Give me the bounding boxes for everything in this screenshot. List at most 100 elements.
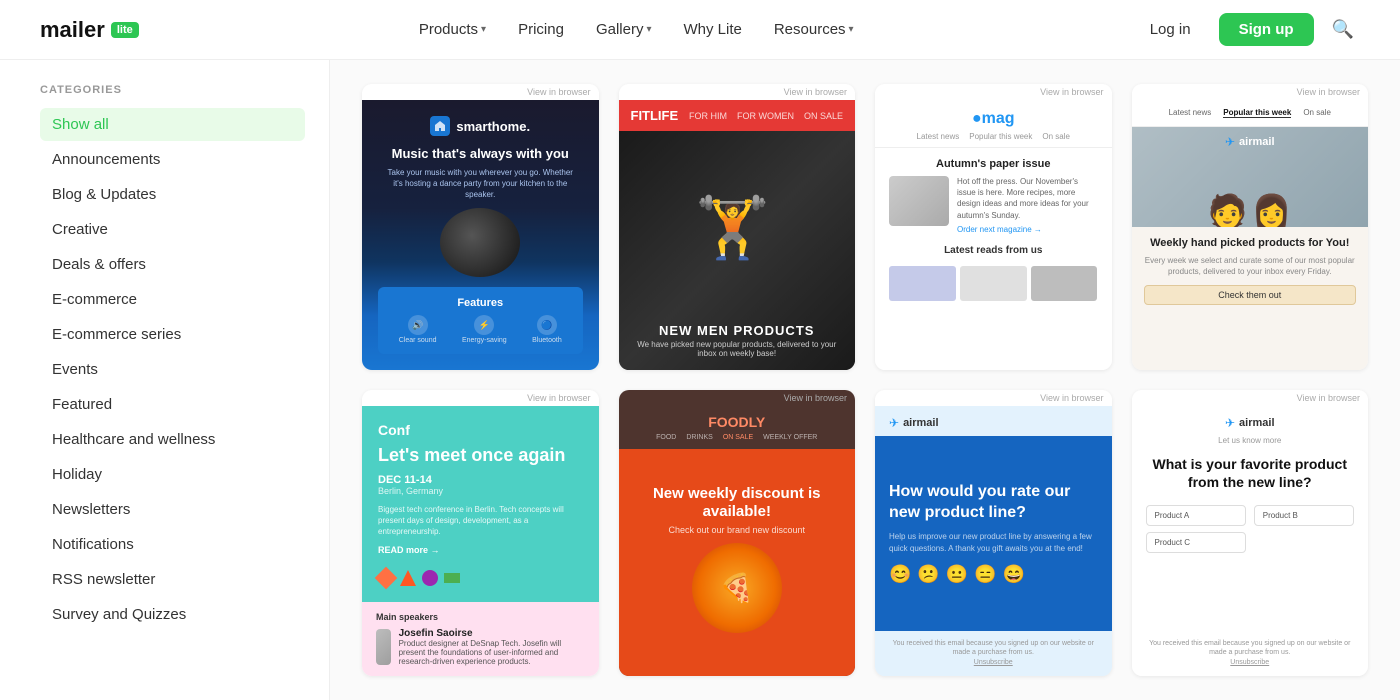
sidebar-item-announcements[interactable]: Announcements: [40, 143, 305, 176]
sidebar-item-healthcare[interactable]: Healthcare and wellness: [40, 423, 305, 456]
logo[interactable]: mailer lite: [40, 17, 139, 43]
page-body: CATEGORIES Show all Announcements Blog &…: [0, 60, 1400, 700]
template-card-survey-rate[interactable]: View in browser ✈ airmail How would you …: [875, 390, 1112, 676]
nav-products-label: Products: [419, 21, 478, 38]
sidebar-item-creative[interactable]: Creative: [40, 213, 305, 246]
nav-item-gallery[interactable]: Gallery ▾: [584, 15, 664, 44]
nav-item-products[interactable]: Products ▾: [407, 15, 498, 44]
fitlife-athlete-area: 🏋️: [619, 136, 848, 320]
survey-unsubscribe-link[interactable]: Unsubscribe: [974, 659, 1013, 666]
survey-rate-footer: You received this email because you sign…: [875, 631, 1112, 676]
shape-4: [444, 573, 460, 583]
foodly-nav-drinks: DRINKS: [686, 434, 712, 441]
airmail-header: Latest news Popular this week On sale: [1132, 100, 1369, 127]
foodly-promo: New weekly discount is available! Check …: [619, 449, 856, 676]
smarthome-brand-icon: [430, 116, 450, 136]
template-card-survey-quiz[interactable]: View in browser ✈ airmail Let us know mo…: [1132, 390, 1369, 676]
search-button[interactable]: 🔍: [1326, 13, 1360, 46]
nav-item-pricing[interactable]: Pricing: [506, 15, 576, 44]
view-in-browser-mag[interactable]: View in browser: [875, 84, 1112, 100]
quiz-options: Product A Product B Product C: [1132, 497, 1369, 561]
view-in-browser-quiz[interactable]: View in browser: [1132, 390, 1369, 406]
sidebar-item-ecommerce[interactable]: E-commerce: [40, 283, 305, 316]
quiz-option-c[interactable]: Product C: [1146, 532, 1246, 553]
airmail-hero-people: 🧑 👩: [1132, 195, 1369, 227]
nav-item-whylite[interactable]: Why Lite: [671, 15, 753, 44]
airmail-cta-btn[interactable]: Check them out: [1144, 285, 1357, 305]
sidebar-item-featured[interactable]: Featured: [40, 388, 305, 421]
sidebar-item-notifications[interactable]: Notifications: [40, 528, 305, 561]
conf-link[interactable]: READ more →: [378, 545, 583, 555]
sidebar-item-events[interactable]: Events: [40, 353, 305, 386]
feat-energy: ⚡ Energy-saving: [462, 315, 507, 344]
sidebar-item-newsletters[interactable]: Newsletters: [40, 493, 305, 526]
quiz-unsubscribe-link[interactable]: Unsubscribe: [1230, 659, 1269, 666]
view-in-browser-conference[interactable]: View in browser: [362, 390, 599, 406]
quiz-footer-msg: You received this email because you sign…: [1149, 640, 1350, 657]
header-actions: Log in Sign up 🔍: [1134, 13, 1360, 46]
conf-headline: Let's meet once again: [378, 445, 583, 467]
airmail-content: Weekly hand picked products for You! Eve…: [1132, 227, 1369, 370]
view-in-browser-foodly[interactable]: View in browser: [619, 390, 856, 406]
nav-gallery-label: Gallery: [596, 21, 644, 38]
quiz-brand-text: airmail: [1239, 417, 1274, 429]
nav-whylite-label: Why Lite: [683, 21, 741, 38]
smarthome-speaker-img: [440, 208, 520, 277]
foodly-nav-weekly: WEEKLY OFFER: [763, 434, 817, 441]
template-card-conference[interactable]: View in browser Conf Let's meet once aga…: [362, 390, 599, 676]
mag-cta[interactable]: Order next magazine →: [957, 224, 1098, 235]
quiz-option-b[interactable]: Product B: [1254, 505, 1354, 526]
template-card-airmail[interactable]: View in browser Latest news Popular this…: [1132, 84, 1369, 370]
template-card-fitlife[interactable]: View in browser FITLIFE FOR HIM FOR WOME…: [619, 84, 856, 370]
login-button[interactable]: Log in: [1134, 13, 1207, 46]
template-card-mag[interactable]: View in browser ●mag Latest news Popular…: [875, 84, 1112, 370]
conf-desc: Biggest tech conference in Berlin. Tech …: [378, 504, 583, 538]
mag-article: Hot off the press. Our November's issue …: [889, 176, 1098, 235]
sidebar-item-survey[interactable]: Survey and Quizzes: [40, 598, 305, 631]
foodly-logo: FOODLY: [631, 414, 844, 430]
view-in-browser-fitlife[interactable]: View in browser: [619, 84, 856, 100]
mag-strip-img-1: [889, 266, 956, 301]
sidebar-item-blog[interactable]: Blog & Updates: [40, 178, 305, 211]
sidebar-item-show-all[interactable]: Show all: [40, 108, 305, 141]
sidebar-item-ecommerce-series[interactable]: E-commerce series: [40, 318, 305, 351]
mag-nav-onsale: On sale: [1042, 132, 1070, 141]
smarthome-headline: Music that's always with you: [392, 146, 569, 163]
person-fig-2: 👩: [1252, 195, 1292, 227]
main-content: View in browser smarthome. Music that's …: [330, 60, 1400, 700]
sidebar-item-deals[interactable]: Deals & offers: [40, 248, 305, 281]
fitlife-nav-forwomen: FOR WOMEN: [737, 111, 794, 121]
foodly-promo-sub: Check out our brand new discount: [668, 525, 805, 535]
quiz-option-a[interactable]: Product A: [1146, 505, 1246, 526]
survey-desc: Help us improve our new product line by …: [889, 531, 1098, 553]
feat-bt-icon: 🔵: [537, 315, 557, 335]
template-card-smarthome[interactable]: View in browser smarthome. Music that's …: [362, 84, 599, 370]
quiz-header: ✈ airmail: [1132, 406, 1369, 436]
search-icon: 🔍: [1332, 19, 1354, 39]
sidebar-item-rss[interactable]: RSS newsletter: [40, 563, 305, 596]
sidebar-item-holiday[interactable]: Holiday: [40, 458, 305, 491]
view-in-browser-survey-rate[interactable]: View in browser: [875, 390, 1112, 406]
mag-nav-popular: Popular this week: [969, 132, 1032, 141]
emoji-5: 😄: [1003, 564, 1025, 585]
view-in-browser-smarthome[interactable]: View in browser: [362, 84, 599, 100]
nav-item-resources[interactable]: Resources ▾: [762, 15, 866, 44]
airmail-nav-latest: Latest news: [1169, 108, 1212, 118]
view-in-browser-airmail[interactable]: View in browser: [1132, 84, 1369, 100]
smarthome-features-row: 🔊 Clear sound ⚡ Energy-saving 🔵 Bluetoot…: [386, 315, 575, 344]
conf-speakers-title: Main speakers: [376, 612, 585, 622]
airmail-brand-text: airmail: [1239, 136, 1274, 148]
mag-img-strip: [889, 266, 1098, 301]
header: mailer lite Products ▾ Pricing Gallery ▾…: [0, 0, 1400, 60]
quiz-options-row-1: Product A Product B: [1146, 505, 1355, 526]
fitlife-header: FITLIFE FOR HIM FOR WOMEN ON SALE: [619, 100, 856, 131]
signup-button[interactable]: Sign up: [1219, 13, 1314, 46]
feat-sound-label: Clear sound: [399, 337, 437, 344]
template-card-foodly[interactable]: View in browser FOODLY FOOD DRINKS ON SA…: [619, 390, 856, 676]
mag-strip-img-3: [1031, 266, 1098, 301]
speaker-desc: Product designer at DeSnap Tech. Josefin…: [399, 639, 585, 666]
conf-speaker: Josefin Saoirse Product designer at DeSn…: [376, 628, 585, 666]
nav-pricing-label: Pricing: [518, 21, 564, 38]
mag-issue-title: Autumn's paper issue: [889, 158, 1098, 170]
foodly-pizza-img: 🍕: [692, 543, 782, 633]
